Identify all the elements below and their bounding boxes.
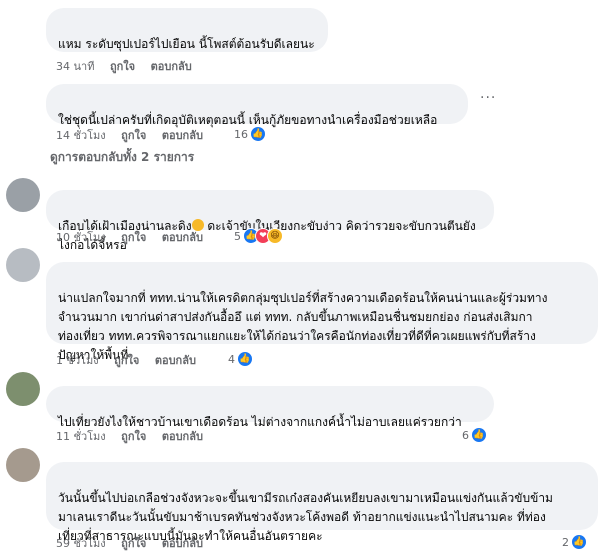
reply-button[interactable]: ตอบกลับ <box>162 129 203 142</box>
comment-meta: 14 ชั่วโมง ถูกใจ ตอบกลับ <box>56 126 215 144</box>
comment-time: 59 ชั่วโมง <box>56 537 106 550</box>
comment-meta: 1 ชั่วโมง ถูกใจ ตอบกลับ <box>56 351 208 369</box>
reaction-count: 16 <box>234 127 248 141</box>
reply-button[interactable]: ตอบกลับ <box>162 430 203 443</box>
like-button[interactable]: ถูกใจ <box>121 129 146 142</box>
comment-time: 11 ชั่วโมง <box>56 430 106 443</box>
like-reaction-icon: 👍 <box>250 126 266 142</box>
avatar[interactable] <box>6 248 40 282</box>
avatar[interactable] <box>6 178 40 212</box>
reply-button[interactable]: ตอบกลับ <box>151 60 192 73</box>
comment-text: ใช่ชุดนี้เปล่าครับที่เกิดอุบัติเหตุตอนนี… <box>58 113 438 127</box>
comment-bubble: แหม ระดับซุปเปอร์ไปเยือน นี้โพสต์ต้อนรับ… <box>46 8 328 52</box>
avatar[interactable] <box>6 372 40 406</box>
like-button[interactable]: ถูกใจ <box>121 537 146 550</box>
reaction-count: 6 <box>462 428 469 442</box>
reply-button[interactable]: ตอบกลับ <box>162 231 203 244</box>
reaction-count: 4 <box>228 352 235 366</box>
comment-bubble: เกือบได้เฝ้าเมืองน่านละดิง ดะเจ้าขับในเว… <box>46 190 494 252</box>
reaction-summary[interactable]: 4 👍 <box>228 351 253 367</box>
more-options-icon[interactable]: ··· <box>480 90 496 106</box>
like-button[interactable]: ถูกใจ <box>114 354 139 367</box>
reaction-summary[interactable]: 6 👍 <box>462 427 487 443</box>
reply-button[interactable]: ตอบกลับ <box>155 354 196 367</box>
comment-meta: 10 ชั่วโมง ถูกใจ ตอบกลับ <box>56 228 215 246</box>
reaction-summary[interactable]: 16 👍 <box>234 126 266 142</box>
reaction-summary[interactable]: 5 👍 ❤ 😆 <box>234 228 283 244</box>
like-reaction-icon: 👍 <box>237 351 253 367</box>
like-button[interactable]: ถูกใจ <box>121 430 146 443</box>
reaction-count: 2 <box>562 535 569 549</box>
comment-bubble: น่าแปลกใจมากที่ ททท.น่านให้เครดิตกลุ่มซุ… <box>46 262 598 362</box>
reaction-count: 5 <box>234 229 241 243</box>
comment-meta: 34 นาที ถูกใจ ตอบกลับ <box>56 57 204 75</box>
comment-time: 1 ชั่วโมง <box>56 354 99 367</box>
reaction-summary[interactable]: 2 👍 <box>562 534 587 550</box>
comment-time: 34 นาที <box>56 60 95 73</box>
comment-time: 10 ชั่วโมง <box>56 231 106 244</box>
avatar[interactable] <box>6 448 40 482</box>
like-reaction-icon: 👍 <box>471 427 487 443</box>
comment-bubble: ใช่ชุดนี้เปล่าครับที่เกิดอุบัติเหตุตอนนี… <box>46 84 468 127</box>
comment-meta: 11 ชั่วโมง ถูกใจ ตอบกลับ <box>56 427 215 445</box>
haha-reaction-icon: 😆 <box>267 228 283 244</box>
reply-button[interactable]: ตอบกลับ <box>162 537 203 550</box>
like-reaction-icon: 👍 <box>571 534 587 550</box>
comment-text: แหม ระดับซุปเปอร์ไปเยือน นี้โพสต์ต้อนรับ… <box>58 37 315 51</box>
comment-bubble: วันนั้นขึ้นไปบ่อเกลือช่วงจังหวะจะขึ้นเขา… <box>46 462 598 543</box>
comment-time: 14 ชั่วโมง <box>56 129 106 142</box>
like-button[interactable]: ถูกใจ <box>121 231 146 244</box>
comment-meta: 59 ชั่วโมง ถูกใจ ตอบกลับ <box>56 534 215 552</box>
like-button[interactable]: ถูกใจ <box>110 60 135 73</box>
view-replies-link[interactable]: ดูการตอบกลับทั้ง 2 รายการ <box>50 148 194 167</box>
comment-bubble: ไปเที่ยวยังไงให้ชาวบ้านเขาเดือดร้อน ไม่ต… <box>46 386 494 429</box>
